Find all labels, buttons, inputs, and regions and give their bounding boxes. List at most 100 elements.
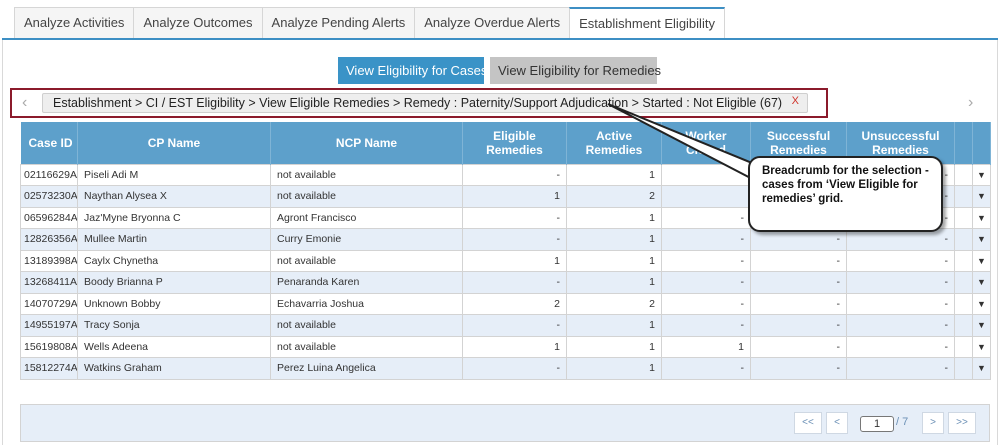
tab-analyze-overdue-alerts[interactable]: Analyze Overdue Alerts — [414, 7, 570, 39]
view-eligibility-cases-button[interactable]: View Eligibility for Cases — [338, 57, 487, 84]
cell-successful-remedies: - — [750, 271, 847, 294]
cell-eligible-remedies: 1 — [462, 185, 567, 208]
cell-case-id[interactable]: 13189398A — [20, 249, 78, 272]
chevron-left-icon[interactable]: ‹ — [22, 94, 27, 112]
pager-next-button[interactable]: > — [922, 412, 944, 434]
cell-eligible-remedies: - — [462, 228, 567, 251]
cell-active-remedies: 1 — [566, 163, 662, 186]
cell-successful-remedies: - — [750, 335, 847, 358]
table-row[interactable]: 13189398A Caylx Chynetha not available 1 1- -… — [20, 249, 991, 272]
row-menu-icon[interactable]: ▼ — [972, 335, 991, 358]
cell-unsuccessful-remedies: - — [846, 292, 955, 315]
cell-spacer — [954, 271, 973, 294]
cell-eligible-remedies: - — [462, 314, 567, 337]
tab-establishment-eligibility[interactable]: Establishment Eligibility — [569, 7, 725, 39]
cell-worker-closed: - — [661, 314, 751, 337]
breadcrumb: Establishment > CI / EST Eligibility > V… — [42, 93, 808, 113]
cell-cp-name: Watkins Graham — [77, 357, 271, 380]
column-header-case-id[interactable]: Case ID — [20, 122, 78, 164]
table-row[interactable]: 14955197A Tracy Sonja not available -1- - - ▼ — [20, 314, 991, 337]
cell-case-id[interactable]: 06596284A — [20, 206, 78, 229]
cell-eligible-remedies: - — [462, 271, 567, 294]
row-menu-icon[interactable]: ▼ — [972, 357, 991, 380]
cell-cp-name: Tracy Sonja — [77, 314, 271, 337]
row-menu-icon[interactable]: ▼ — [972, 314, 991, 337]
cell-case-id[interactable]: 14070729A — [20, 292, 78, 315]
cell-active-remedies: 1 — [566, 206, 662, 229]
cell-eligible-remedies: - — [462, 357, 567, 380]
tab-analyze-activities[interactable]: Analyze Activities — [14, 7, 134, 39]
cell-active-remedies: 1 — [566, 335, 662, 358]
row-menu-icon[interactable]: ▼ — [972, 292, 991, 315]
cell-worker-closed — [661, 163, 751, 186]
breadcrumb-text[interactable]: Establishment > CI / EST Eligibility > V… — [53, 96, 782, 110]
cell-case-id[interactable]: 15619808A — [20, 335, 78, 358]
cell-cp-name: Mullee Martin — [77, 228, 271, 251]
breadcrumb-close-icon[interactable]: X — [792, 95, 799, 107]
callout-text: Breadcrumb for the selection - cases fro… — [762, 165, 929, 205]
cell-unsuccessful-remedies: - — [846, 271, 955, 294]
row-menu-icon[interactable]: ▼ — [972, 206, 991, 229]
cell-spacer — [954, 335, 973, 358]
row-menu-icon[interactable]: ▼ — [972, 271, 991, 294]
cell-active-remedies: 2 — [566, 292, 662, 315]
row-menu-icon[interactable]: ▼ — [972, 249, 991, 272]
cell-spacer — [954, 206, 973, 229]
cell-spacer — [954, 292, 973, 315]
tab-bar: Analyze Activities Analyze Outcomes Anal… — [14, 7, 725, 39]
pager-prev-button[interactable]: < — [826, 412, 848, 434]
cell-case-id[interactable]: 02573230A — [20, 185, 78, 208]
cell-spacer — [954, 228, 973, 251]
cell-unsuccessful-remedies: - — [846, 249, 955, 272]
cell-case-id[interactable]: 12826356A — [20, 228, 78, 251]
cell-case-id[interactable]: 14955197A — [20, 314, 78, 337]
table-row[interactable]: 13268411A Boody Brianna P Penaranda Karen -… — [20, 271, 991, 294]
column-header-eligible-remedies[interactable]: Eligible Remedies — [462, 122, 567, 164]
cell-eligible-remedies: 1 — [462, 335, 567, 358]
pager-last-button[interactable]: >> — [948, 412, 976, 434]
tab-analyze-pending-alerts[interactable]: Analyze Pending Alerts — [261, 7, 415, 39]
pager-first-button[interactable]: << — [794, 412, 822, 434]
cell-worker-closed: - — [661, 249, 751, 272]
cell-active-remedies: 1 — [566, 357, 662, 380]
column-header-worker-closed[interactable]: Worker Closed — [661, 122, 751, 164]
cell-worker-closed: - — [661, 292, 751, 315]
row-menu-icon[interactable]: ▼ — [972, 163, 991, 186]
tab-analyze-outcomes[interactable]: Analyze Outcomes — [133, 7, 262, 39]
cell-eligible-remedies: 1 — [462, 249, 567, 272]
chevron-right-icon[interactable]: › — [968, 94, 973, 112]
column-header-cp-name[interactable]: CP Name — [77, 122, 271, 164]
cell-case-id[interactable]: 13268411A — [20, 271, 78, 294]
column-header-menu — [972, 122, 991, 164]
table-row[interactable]: 15812274A Watkins Graham Perez Luina Angel… — [20, 357, 991, 380]
cell-ncp-name: not available — [270, 249, 463, 272]
cell-successful-remedies: - — [750, 314, 847, 337]
cell-worker-closed: - — [661, 228, 751, 251]
cell-cp-name: Wells Adeena — [77, 335, 271, 358]
row-menu-icon[interactable]: ▼ — [972, 228, 991, 251]
cell-successful-remedies: - — [750, 357, 847, 380]
cell-ncp-name: Curry Emonie — [270, 228, 463, 251]
table-row[interactable]: 14070729A Unknown Bobby Echavarria Joshua 2… — [20, 292, 991, 315]
cell-worker-closed — [661, 185, 751, 208]
pager-page-input[interactable]: 1 — [860, 416, 894, 432]
cell-active-remedies: 1 — [566, 314, 662, 337]
table-row[interactable]: 15619808A Wells Adeena not available 1 1 1- - ▼ — [20, 335, 991, 358]
view-eligibility-remedies-button[interactable]: View Eligibility for Remedies — [490, 57, 661, 84]
cell-spacer — [954, 314, 973, 337]
cell-ncp-name: Perez Luina Angelica — [270, 357, 463, 380]
cell-case-id[interactable]: 15812274A — [20, 357, 78, 380]
column-header-active-remedies[interactable]: Active Remedies — [566, 122, 662, 164]
row-menu-icon[interactable]: ▼ — [972, 185, 991, 208]
cell-successful-remedies: - — [750, 249, 847, 272]
cell-spacer — [954, 163, 973, 186]
cell-eligible-remedies: - — [462, 206, 567, 229]
cell-cp-name: Boody Brianna P — [77, 271, 271, 294]
column-header-ncp-name[interactable]: NCP Name — [270, 122, 463, 164]
cell-unsuccessful-remedies: - — [846, 335, 955, 358]
cell-eligible-remedies: 2 — [462, 292, 567, 315]
column-header-spacer — [954, 122, 973, 164]
cell-active-remedies: 1 — [566, 228, 662, 251]
cell-eligible-remedies: - — [462, 163, 567, 186]
cell-case-id[interactable]: 02116629A — [20, 163, 78, 186]
